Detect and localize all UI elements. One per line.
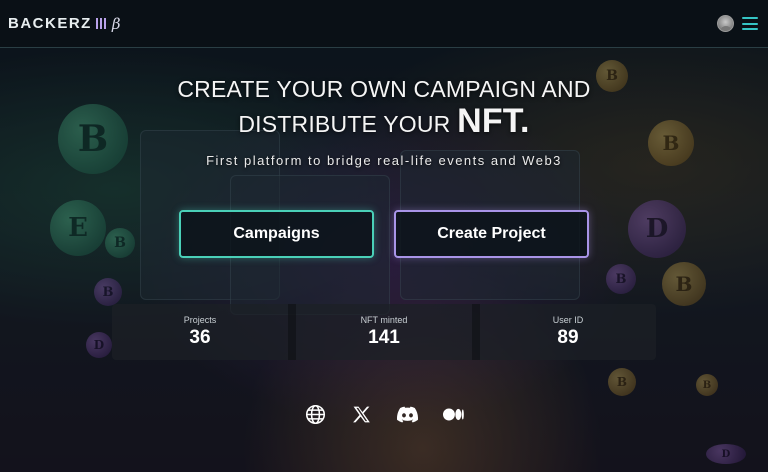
stat-value: 36 [189, 327, 211, 348]
stat-label: Projects [183, 315, 217, 325]
beta-badge: β [111, 14, 121, 33]
stat-value: 89 [557, 327, 579, 348]
brand-logo[interactable]: BACKERZ β [8, 15, 121, 33]
hero-subtitle: First platform to bridge real-life event… [206, 153, 562, 168]
stat-value: 141 [368, 327, 400, 348]
medium-icon[interactable] [442, 404, 464, 425]
stat-projects: Projects 36 [112, 304, 288, 360]
stat-user-id: User ID 89 [480, 304, 656, 360]
globe-icon[interactable] [305, 404, 326, 425]
user-avatar-icon[interactable] [717, 15, 734, 32]
top-navbar: BACKERZ β [0, 0, 768, 48]
hero-headline: CREATE YOUR OWN CAMPAIGN AND DISTRIBUTE … [0, 73, 768, 140]
stat-nft-minted: NFT minted 141 [296, 304, 472, 360]
cta-button-row: Campaigns Create Project [0, 210, 768, 258]
hero-section: CREATE YOUR OWN CAMPAIGN AND DISTRIBUTE … [0, 48, 768, 472]
headline-nft-emphasis: NFT. [457, 102, 530, 140]
logo-text: BACKERZ [8, 15, 92, 32]
create-project-button[interactable]: Create Project [394, 210, 589, 258]
logo-bars-icon [95, 18, 106, 30]
campaigns-button[interactable]: Campaigns [179, 210, 374, 258]
header-actions [717, 15, 758, 32]
headline-line-2-prefix: DISTRIBUTE YOUR [238, 111, 451, 137]
hamburger-menu-icon[interactable] [742, 17, 758, 30]
stat-label: User ID [552, 315, 584, 325]
stat-divider [288, 304, 296, 360]
x-twitter-icon[interactable] [351, 404, 372, 425]
stat-label: NFT minted [360, 315, 408, 325]
social-links [0, 404, 768, 425]
headline-line-1: CREATE YOUR OWN CAMPAIGN AND [177, 76, 591, 102]
stat-divider [472, 304, 480, 360]
discord-icon[interactable] [396, 404, 418, 425]
stats-bar: Projects 36 NFT minted 141 User ID 89 [112, 304, 656, 360]
